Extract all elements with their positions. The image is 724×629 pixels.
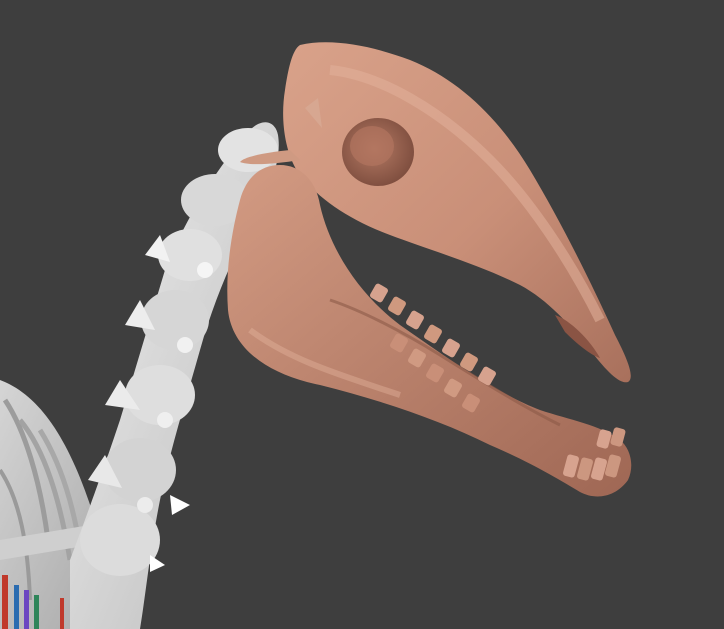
3d-viewport[interactable]	[0, 0, 724, 629]
rib-accent-red	[2, 575, 8, 629]
skeleton-model-render[interactable]	[0, 0, 724, 629]
rib-accent-green	[34, 595, 39, 629]
rib-accent-blue	[14, 585, 19, 629]
rib-accent-purple	[24, 590, 29, 629]
